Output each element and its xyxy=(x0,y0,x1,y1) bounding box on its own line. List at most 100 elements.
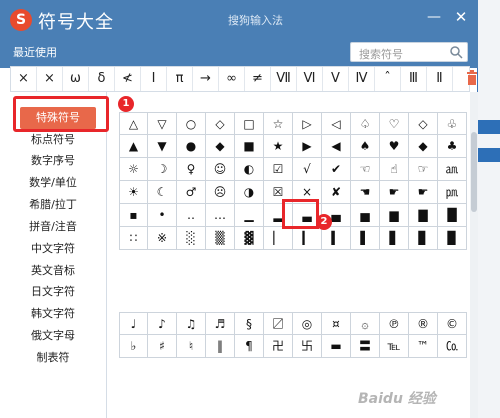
scroll-thumb[interactable] xyxy=(471,132,477,212)
symbol-cell[interactable]: ◇ xyxy=(206,112,235,135)
recent-symbol[interactable]: ω xyxy=(63,67,89,91)
recent-symbol[interactable]: Ⅲ xyxy=(401,67,427,91)
symbol-cell[interactable]: ♣ xyxy=(438,135,467,158)
symbol-cell[interactable]: 〓 xyxy=(351,335,380,358)
nav-item[interactable]: 标点符号 xyxy=(0,129,106,151)
symbol-cell[interactable]: 卐 xyxy=(293,335,322,358)
symbol-cell[interactable]: ▬ xyxy=(322,335,351,358)
recent-symbol[interactable]: ≠ xyxy=(245,67,271,91)
symbol-cell[interactable]: ☛ xyxy=(380,181,409,204)
symbol-cell[interactable]: ▉ xyxy=(438,227,467,250)
recent-symbol[interactable]: π xyxy=(167,67,193,91)
symbol-cell[interactable]: ▁ xyxy=(235,204,264,227)
symbol-cell[interactable]: ▼ xyxy=(148,135,177,158)
symbol-cell[interactable]: ☛ xyxy=(409,181,438,204)
trash-icon[interactable] xyxy=(466,70,478,86)
symbol-cell[interactable]: ◑ xyxy=(235,181,264,204)
symbol-cell[interactable]: ℗ xyxy=(380,312,409,335)
symbol-cell[interactable]: ◁ xyxy=(322,112,351,135)
recent-symbol[interactable]: Ⅱ xyxy=(427,67,453,91)
symbol-cell[interactable]: ◆ xyxy=(206,135,235,158)
recent-symbol[interactable]: → xyxy=(193,67,219,91)
symbol-cell[interactable]: ▇ xyxy=(409,204,438,227)
title-bar[interactable]: S 符号大全 搜狗输入法 — ✕ xyxy=(0,0,478,40)
symbol-cell[interactable]: ■ xyxy=(235,135,264,158)
recent-symbol[interactable]: Ⅳ xyxy=(349,67,375,91)
recent-symbol[interactable]: Ⅵ xyxy=(297,67,323,91)
symbol-cell[interactable]: ▏ xyxy=(264,227,293,250)
symbol-cell[interactable]: ♀ xyxy=(177,158,206,181)
symbol-cell[interactable]: ¤ xyxy=(322,312,351,335)
symbol-cell[interactable]: ® xyxy=(409,312,438,335)
symbol-cell[interactable]: ░ xyxy=(177,227,206,250)
symbol-cell[interactable]: ♬ xyxy=(206,312,235,335)
symbol-cell[interactable]: ㏘ xyxy=(438,181,467,204)
symbol-cell[interactable]: ‖ xyxy=(206,335,235,358)
recent-symbol[interactable]: × xyxy=(11,67,37,91)
symbol-cell[interactable]: 卍 xyxy=(264,335,293,358)
symbol-cell[interactable]: ♧ xyxy=(438,112,467,135)
symbol-cell[interactable]: ▆ xyxy=(380,204,409,227)
symbol-cell[interactable]: ☹ xyxy=(206,181,235,204)
symbol-cell[interactable]: ☜ xyxy=(351,158,380,181)
symbol-cell[interactable]: █ xyxy=(438,204,467,227)
symbol-cell[interactable]: ● xyxy=(177,135,206,158)
symbol-cell[interactable]: ▽ xyxy=(148,112,177,135)
nav-item[interactable]: 中文字符 xyxy=(0,238,106,260)
scrollbar[interactable] xyxy=(470,92,478,418)
symbol-cell[interactable]: ♠ xyxy=(351,135,380,158)
symbol-cell[interactable]: © xyxy=(438,312,467,335)
symbol-cell[interactable]: ¶ xyxy=(235,335,264,358)
nav-item[interactable]: 数学/单位 xyxy=(0,172,106,194)
symbol-cell[interactable]: ♪ xyxy=(148,312,177,335)
symbol-cell[interactable]: ☀ xyxy=(119,181,148,204)
symbol-cell[interactable]: ▍ xyxy=(322,227,351,250)
symbol-cell[interactable]: ☆ xyxy=(264,112,293,135)
symbol-cell[interactable]: … xyxy=(206,204,235,227)
symbol-cell[interactable]: ▊ xyxy=(409,227,438,250)
recent-symbol[interactable]: ˆ xyxy=(375,67,401,91)
symbol-cell[interactable]: ▶ xyxy=(293,135,322,158)
symbol-cell[interactable]: √ xyxy=(293,158,322,181)
symbol-cell[interactable]: ♩ xyxy=(119,312,148,335)
symbol-cell[interactable]: ☚ xyxy=(351,181,380,204)
symbol-cell[interactable]: ♤ xyxy=(351,112,380,135)
symbol-cell[interactable]: ★ xyxy=(264,135,293,158)
symbol-cell[interactable]: ◆ xyxy=(409,135,438,158)
symbol-cell[interactable]: • xyxy=(148,204,177,227)
symbol-cell[interactable]: 〼 xyxy=(264,312,293,335)
symbol-cell[interactable]: ∷ xyxy=(119,227,148,250)
symbol-cell[interactable]: ▎ xyxy=(293,227,322,250)
symbol-cell[interactable]: ✔ xyxy=(322,158,351,181)
symbol-cell[interactable]: ㏇ xyxy=(438,335,467,358)
symbol-cell[interactable]: ℡ xyxy=(380,335,409,358)
nav-item[interactable]: 数字序号 xyxy=(0,150,106,172)
nav-item[interactable]: 俄文字母 xyxy=(0,325,106,347)
recent-symbol[interactable]: Ⅰ xyxy=(141,67,167,91)
symbol-cell[interactable]: ○ xyxy=(177,112,206,135)
symbol-cell[interactable]: ☾ xyxy=(148,181,177,204)
recent-symbol[interactable]: δ xyxy=(89,67,115,91)
symbol-cell[interactable]: ◀ xyxy=(322,135,351,158)
symbol-cell[interactable]: ♭ xyxy=(119,335,148,358)
symbol-cell[interactable]: ☝ xyxy=(380,158,409,181)
nav-item[interactable]: 韩文字符 xyxy=(0,303,106,325)
symbol-cell[interactable]: ♥ xyxy=(380,135,409,158)
nav-item[interactable]: 拼音/注音 xyxy=(0,216,106,238)
minimize-button[interactable]: — xyxy=(425,8,443,26)
nav-item[interactable]: 希腊/拉丁 xyxy=(0,194,106,216)
symbol-cell[interactable]: ☑ xyxy=(264,158,293,181)
recent-symbol[interactable]: ≮ xyxy=(115,67,141,91)
symbol-cell[interactable]: ♫ xyxy=(177,312,206,335)
symbol-cell[interactable]: ▋ xyxy=(380,227,409,250)
symbol-cell[interactable]: § xyxy=(235,312,264,335)
symbol-cell[interactable]: ™ xyxy=(409,335,438,358)
symbol-cell[interactable]: ۞ xyxy=(351,312,380,335)
symbol-cell[interactable]: ♯ xyxy=(148,335,177,358)
recent-symbol[interactable]: ∞ xyxy=(219,67,245,91)
symbol-cell[interactable]: ※ xyxy=(148,227,177,250)
recent-symbol[interactable]: Ⅶ xyxy=(271,67,297,91)
symbol-cell[interactable]: ▓ xyxy=(235,227,264,250)
symbol-cell[interactable]: ♂ xyxy=(177,181,206,204)
recent-symbol[interactable]: × xyxy=(37,67,63,91)
